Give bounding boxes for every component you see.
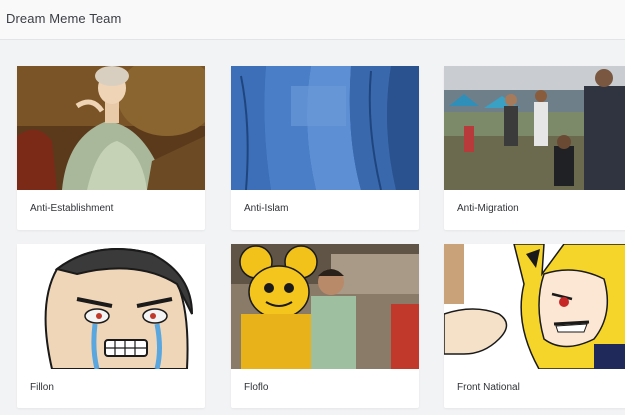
- site-title[interactable]: Dream Meme Team: [6, 11, 121, 26]
- card-label[interactable]: Floflo: [244, 382, 268, 393]
- category-card-fillon[interactable]: Fillon: [17, 244, 205, 408]
- portrait-painting-image: [17, 66, 205, 190]
- blue-burqa-image: [231, 66, 419, 190]
- mascot-photo-image: [231, 244, 419, 369]
- card-label[interactable]: Fillon: [30, 382, 54, 393]
- card-thumbnail[interactable]: [231, 66, 419, 190]
- category-card-anti-migration[interactable]: Anti-Migration: [444, 66, 625, 230]
- card-thumbnail[interactable]: [444, 244, 625, 369]
- card-label[interactable]: Front National: [457, 382, 520, 393]
- card-thumbnail[interactable]: [231, 244, 419, 369]
- category-card-anti-establishment[interactable]: Anti-Establishment: [17, 66, 205, 230]
- anime-character-image: [444, 244, 625, 369]
- card-label[interactable]: Anti-Establishment: [30, 203, 113, 214]
- card-thumbnail[interactable]: [17, 66, 205, 190]
- card-label[interactable]: Anti-Migration: [457, 203, 519, 214]
- card-thumbnail[interactable]: [444, 66, 625, 190]
- crying-face-cartoon-image: [17, 244, 205, 369]
- category-card-anti-islam[interactable]: Anti-Islam: [231, 66, 419, 230]
- card-thumbnail[interactable]: [17, 244, 205, 369]
- top-bar: Dream Meme Team: [0, 0, 625, 40]
- card-label[interactable]: Anti-Islam: [244, 203, 288, 214]
- category-card-front-national[interactable]: Front National: [444, 244, 625, 408]
- category-card-floflo[interactable]: Floflo: [231, 244, 419, 408]
- migrant-camp-image: [444, 66, 625, 190]
